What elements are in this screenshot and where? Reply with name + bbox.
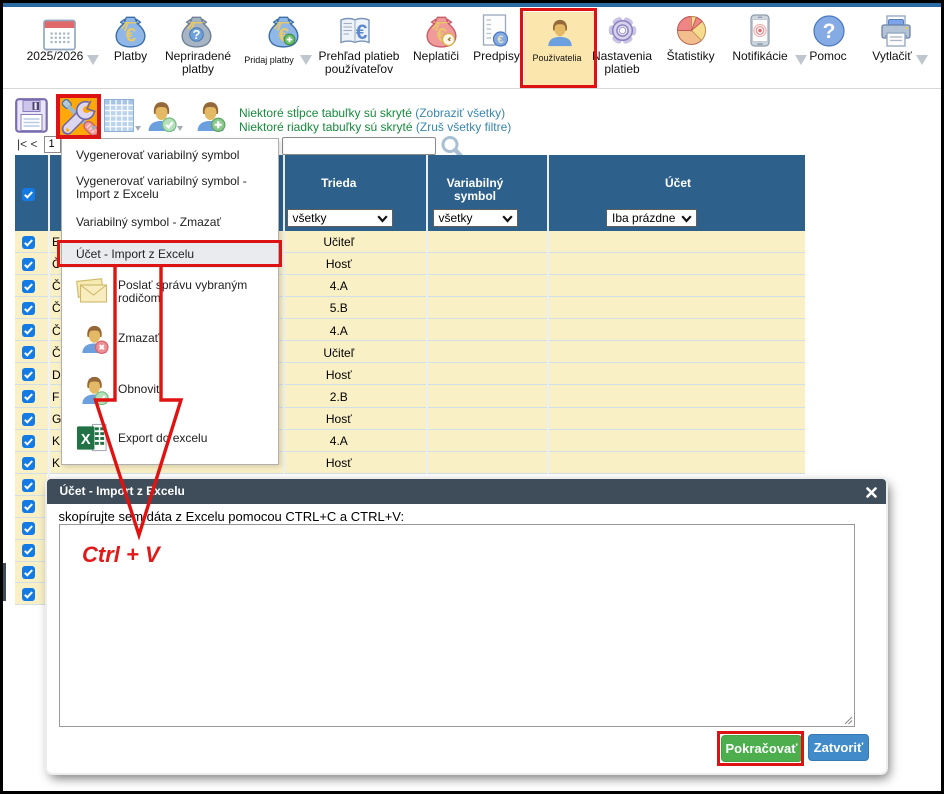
svg-text:€: € [126, 26, 137, 47]
svg-text:?: ? [193, 27, 201, 42]
svg-text:?: ? [823, 20, 836, 43]
svg-text:X: X [81, 432, 91, 448]
svg-text:€: € [497, 34, 503, 46]
svg-text:€: € [355, 21, 367, 44]
